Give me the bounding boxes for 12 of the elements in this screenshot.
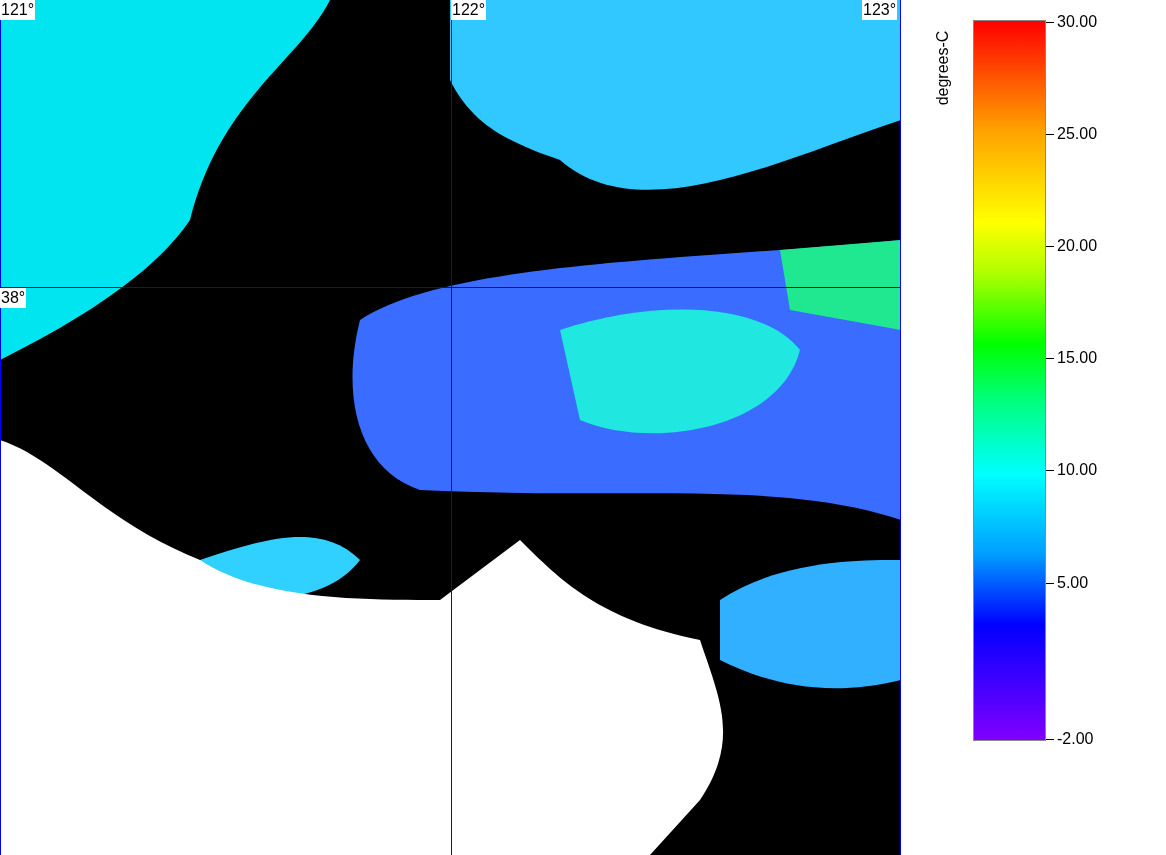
tick-label: 5.00	[1057, 573, 1089, 593]
latitude-label: 38°	[0, 288, 27, 308]
tick-label: 10.00	[1057, 460, 1098, 480]
tick-label: -2.00	[1057, 729, 1094, 749]
longitude-label: 122°	[451, 0, 487, 20]
tick-label: 30.00	[1057, 12, 1098, 32]
tick-label: 20.00	[1057, 236, 1098, 256]
tick-label: 15.00	[1057, 348, 1098, 368]
tick-label: 25.00	[1057, 124, 1098, 144]
longitude-label: 121°	[0, 0, 36, 20]
unit-label: degrees-C	[933, 30, 953, 106]
longitude-label: 123°	[862, 0, 898, 20]
